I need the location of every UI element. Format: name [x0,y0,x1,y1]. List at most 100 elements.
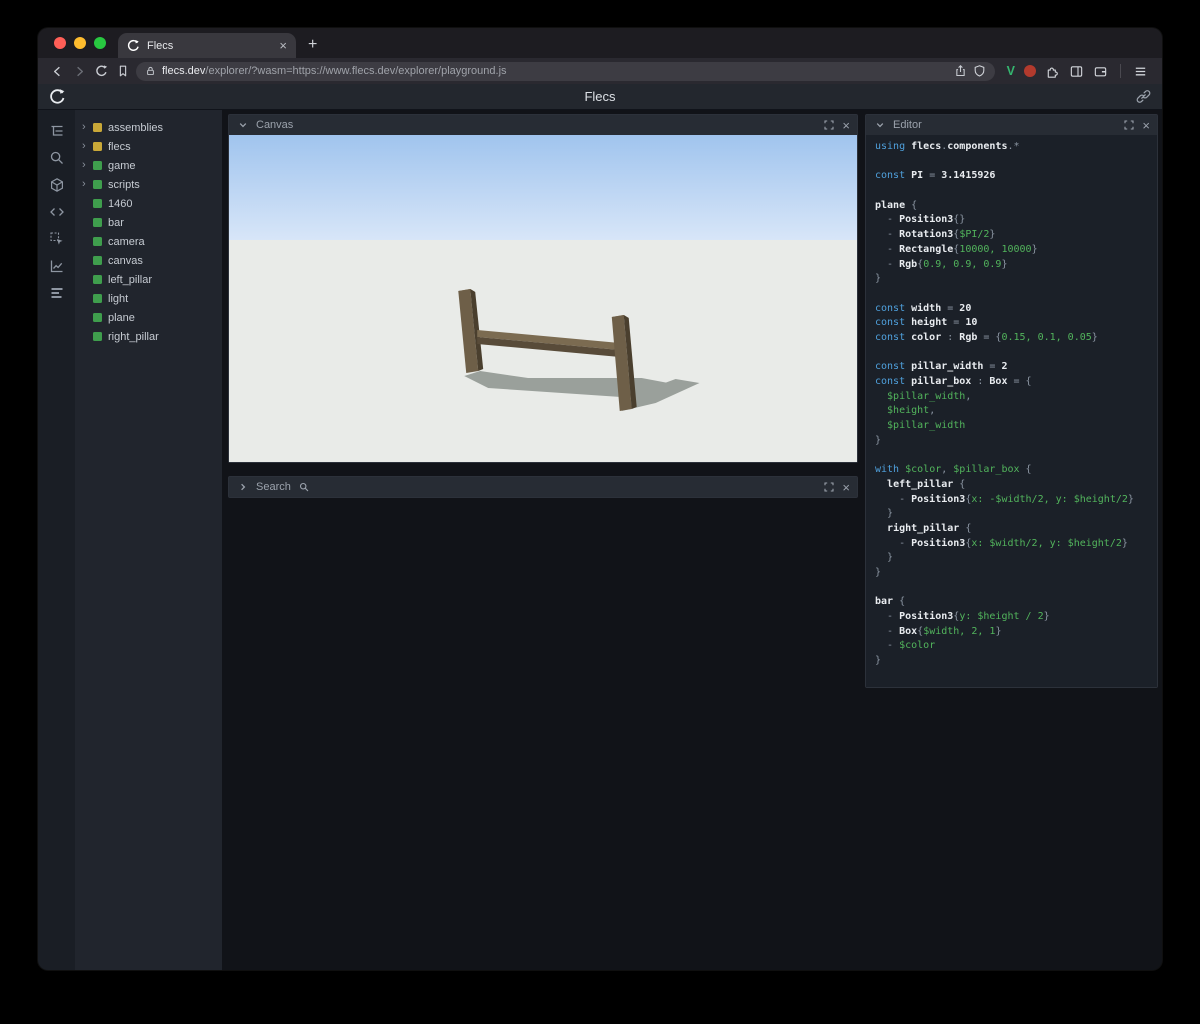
code-line: const PI = 3.1415926 [875,170,996,182]
side-panel-icon[interactable] [1069,64,1084,79]
tree-item-scripts[interactable]: › scripts [75,175,222,194]
code-line: - $color [875,640,936,652]
code-line: $height, [875,405,936,417]
editor-panel-header[interactable]: Editor × [866,115,1157,135]
flecs-logo-icon[interactable] [49,88,66,105]
code-line: const color : Rgb = {0.15, 0.1, 0.05} [875,331,1098,343]
entity-tree: › assemblies › flecs › game › scripts 1460 bar cam… [75,110,222,970]
chart-icon[interactable] [48,257,65,274]
extension-puzzle-icon[interactable] [1045,64,1060,79]
canvas-panel-title: Canvas [256,119,294,131]
close-window-button[interactable] [54,37,66,49]
expand-panel-icon[interactable] [1122,118,1136,132]
code-icon[interactable] [48,203,65,220]
close-panel-icon[interactable]: × [1142,119,1150,132]
search-panel-header[interactable]: Search × [229,477,857,497]
chevron-down-icon[interactable] [236,118,250,132]
entity-label: light [108,292,129,305]
search-panel-title: Search [256,481,291,493]
app-main: › assemblies › flecs › game › scripts 1460 bar cam… [38,110,1162,970]
expand-panel-icon[interactable] [822,118,836,132]
url-path: /explorer/?wasm=https://www.flecs.dev/ex… [205,65,507,77]
tree-item-right_pillar[interactable]: right_pillar [75,327,222,346]
chevron-right-icon[interactable] [236,480,250,494]
code-line: - Box{$width, 2, 1} [875,625,1002,637]
magnifier-icon [297,480,311,494]
entity-color-square [93,294,102,303]
tree-item-bar[interactable]: bar [75,213,222,232]
share-link-icon[interactable] [1136,89,1151,104]
entity-color-square [93,313,102,322]
code-line: - Position3{x: -$width/2, y: $height/2} [875,493,1134,505]
reload-icon[interactable] [90,61,112,81]
brave-shield-icon[interactable] [973,64,986,78]
expand-caret-icon[interactable]: › [82,160,93,171]
code-line: bar { [875,596,906,608]
zoom-window-button[interactable] [94,37,106,49]
editor-panel: Editor × using flecs.components.* const … [865,114,1158,688]
extension-v-icon[interactable]: V [1007,64,1015,78]
code-line: - Rgb{0.9, 0.9, 0.9} [875,258,1008,270]
lock-icon [145,65,156,77]
scene-ground [229,240,857,462]
expand-caret-icon[interactable]: › [82,141,93,152]
search-panel: Search × [228,476,858,498]
entity-label: left_pillar [108,273,153,286]
code-editor[interactable]: using flecs.components.* const PI = 3.14… [866,135,1157,687]
activity-bar [38,110,75,970]
close-panel-icon[interactable]: × [842,481,850,494]
expand-panel-icon[interactable] [822,480,836,494]
new-tab-button[interactable]: + [308,37,317,53]
code-line: - Position3{} [875,214,966,226]
code-line: $pillar_width [875,420,966,432]
minimize-window-button[interactable] [74,37,86,49]
code-line: } [875,566,882,578]
canvas-panel-header[interactable]: Canvas × [229,115,857,135]
tab-close-icon[interactable]: × [279,39,287,52]
tree-item-left_pillar[interactable]: left_pillar [75,270,222,289]
tree-item-camera[interactable]: camera [75,232,222,251]
entity-label: camera [108,235,145,248]
bookmark-icon[interactable] [112,61,134,81]
scene-sky [229,135,857,241]
forward-icon[interactable] [68,61,90,81]
entity-label: plane [108,311,135,324]
stats-icon[interactable] [48,284,65,301]
browser-toolbar: flecs.dev/explorer/?wasm=https://www.fle… [38,58,1162,84]
url-bar[interactable]: flecs.dev/explorer/?wasm=https://www.fle… [136,61,995,81]
window-controls [54,37,106,49]
inspect-icon[interactable] [48,230,65,247]
entity-color-square [93,123,102,132]
chevron-down-icon[interactable] [873,118,887,132]
tree-item-game[interactable]: › game [75,156,222,175]
tree-item-light[interactable]: light [75,289,222,308]
share-icon[interactable] [954,64,967,78]
extension-red-icon[interactable] [1024,65,1036,77]
tree-item-canvas[interactable]: canvas [75,251,222,270]
expand-caret-icon[interactable]: › [82,179,93,190]
wallet-icon[interactable] [1093,64,1108,79]
tree-item-plane[interactable]: plane [75,308,222,327]
browser-tab[interactable]: Flecs × [118,33,296,58]
close-panel-icon[interactable]: × [842,119,850,132]
tree-item-assemblies[interactable]: › assemblies [75,118,222,137]
code-line: } [875,552,894,564]
code-line: } [875,508,894,520]
search-icon[interactable] [48,149,65,166]
outliner-icon[interactable] [48,122,65,139]
toolbar-separator [1120,64,1121,78]
code-line: - Rotation3{$PI/2} [875,229,996,241]
canvas-3d-view[interactable] [229,135,857,462]
tree-item-1460[interactable]: 1460 [75,194,222,213]
entities-cube-icon[interactable] [48,176,65,193]
menu-icon[interactable] [1133,64,1148,79]
back-icon[interactable] [46,61,68,81]
entity-label: scripts [108,178,140,191]
expand-caret-icon[interactable]: › [82,122,93,133]
entity-color-square [93,161,102,170]
tree-item-flecs[interactable]: › flecs [75,137,222,156]
